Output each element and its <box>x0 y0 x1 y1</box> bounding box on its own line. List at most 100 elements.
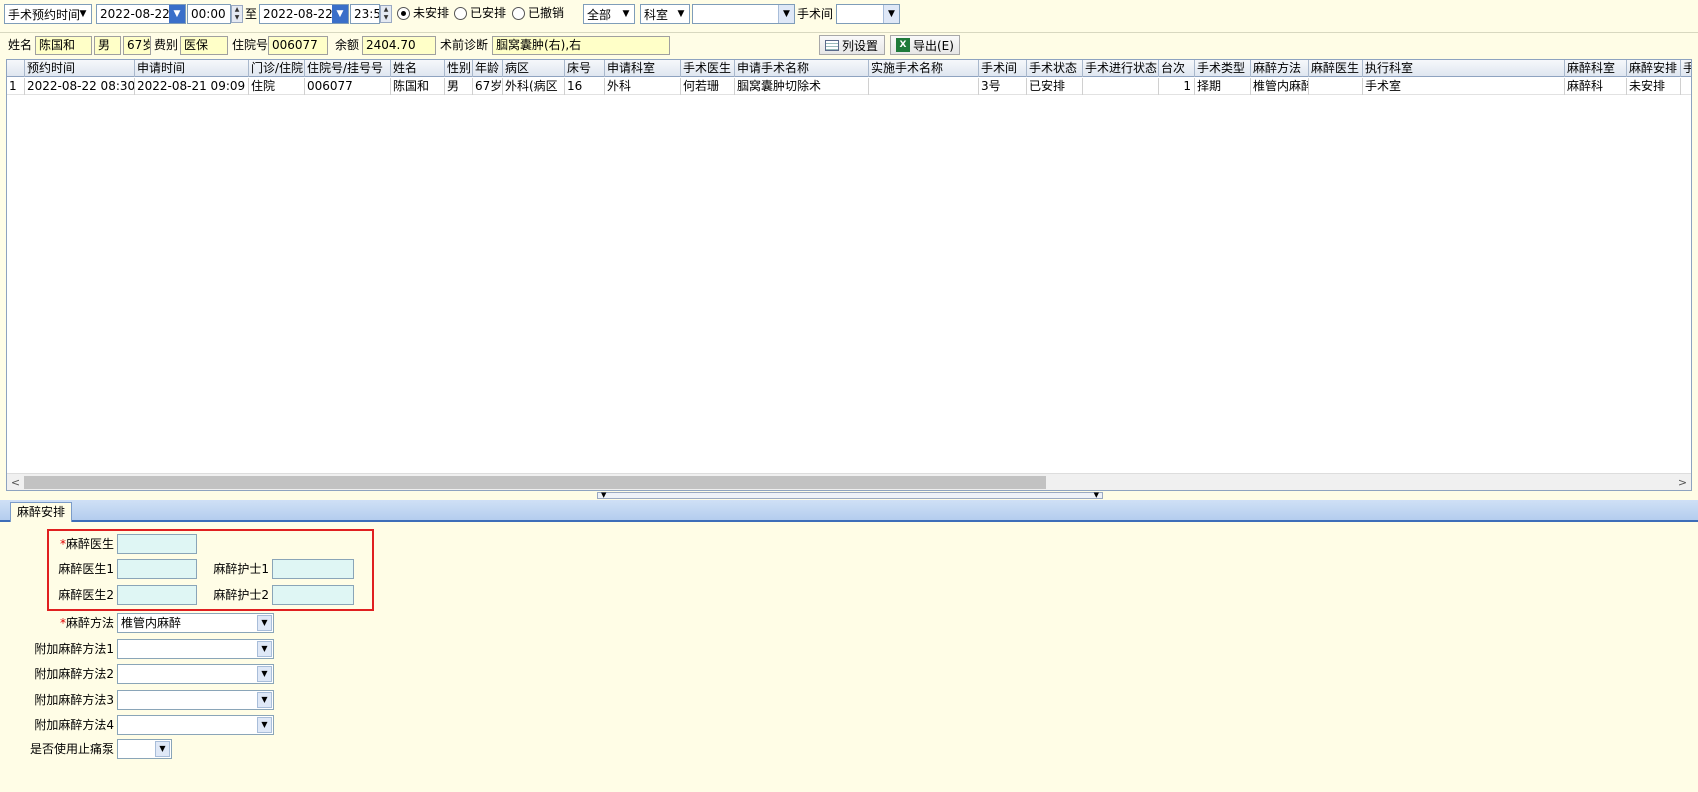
nurse2-field[interactable] <box>272 585 354 605</box>
chevron-down-icon: ▼ <box>79 9 87 19</box>
table-cell[interactable]: 外科(病区 <box>503 78 565 95</box>
anesthesia-method-select[interactable]: 椎管内麻醉 ▼ <box>117 613 274 633</box>
time-to-spinner[interactable]: ▲ ▼ <box>380 5 392 23</box>
date-from-picker[interactable]: 2022-08-22 ▼ <box>96 4 186 24</box>
column-header[interactable]: 手术进行状态 <box>1083 60 1159 77</box>
column-header[interactable]: 手术状态 <box>1027 60 1083 77</box>
extra-method4-select[interactable]: ▼ <box>117 715 274 735</box>
room-select[interactable]: ▼ <box>836 4 900 24</box>
pain-pump-select[interactable]: ▼ <box>117 739 172 759</box>
column-header[interactable]: 申请手术名称 <box>735 60 869 77</box>
tab-anesthesia-arrangement[interactable]: 麻醉安排 <box>10 502 73 522</box>
status-filter-select[interactable]: 全部 ▼ <box>583 4 635 24</box>
chevron-down-icon: ▼ <box>883 5 899 23</box>
table-cell[interactable]: 2022-08-22 08:30 <box>25 78 135 95</box>
table-cell[interactable] <box>869 78 979 95</box>
chevron-left-icon[interactable]: < <box>7 474 24 490</box>
time-to-field[interactable]: 23:59 <box>350 4 380 24</box>
export-button[interactable]: X 导出(E) <box>890 35 960 55</box>
table-cell[interactable]: 择期 <box>1195 78 1251 95</box>
extra-method3-select[interactable]: ▼ <box>117 690 274 710</box>
table-cell[interactable]: 16 <box>565 78 605 95</box>
anesthetist1-label: 麻醉医生1 <box>58 562 114 576</box>
calendar-dropdown-icon[interactable]: ▼ <box>332 5 348 23</box>
dept-type-value: 科室 <box>644 7 669 22</box>
column-header[interactable]: 麻醉安排 <box>1627 60 1681 77</box>
table-cell[interactable]: 未安排 <box>1627 78 1681 95</box>
column-header[interactable]: 病区 <box>503 60 565 77</box>
table-cell[interactable]: 麻醉科 <box>1565 78 1627 95</box>
diagnosis-label: 术前诊断 <box>440 38 489 52</box>
table-cell[interactable]: 腘窝囊肿切除术 <box>735 78 869 95</box>
table-cell[interactable] <box>1083 78 1159 95</box>
to-label: 至 <box>245 7 258 21</box>
table-cell[interactable] <box>1309 78 1363 95</box>
column-header[interactable]: 麻醉医生 <box>1309 60 1363 77</box>
panel-splitter[interactable]: ▼ ▼ <box>597 492 1103 499</box>
table-cell[interactable]: 何若珊 <box>681 78 735 95</box>
column-header[interactable]: 麻醉方法 <box>1251 60 1309 77</box>
column-header[interactable]: 预约时间 <box>25 60 135 77</box>
table-cell[interactable]: 住院 <box>249 78 305 95</box>
patient-age-field: 67岁 <box>123 36 151 55</box>
table-cell[interactable]: 3号 <box>979 78 1027 95</box>
chevron-down-icon: ▼ <box>677 9 685 19</box>
column-header[interactable]: 住院号/挂号号 <box>305 60 391 77</box>
table-cell[interactable]: 1 <box>1159 78 1195 95</box>
table-cell[interactable]: 67岁 <box>473 78 503 95</box>
column-header[interactable]: 申请科室 <box>605 60 681 77</box>
table-cell[interactable]: 006077 <box>305 78 391 95</box>
table-cell[interactable]: 手术室 <box>1363 78 1565 95</box>
column-header[interactable]: 手术类型 <box>1195 60 1251 77</box>
calendar-dropdown-icon[interactable]: ▼ <box>169 5 185 23</box>
extra-method2-select[interactable]: ▼ <box>117 664 274 684</box>
time-type-select[interactable]: 手术预约时间 ▼ <box>4 4 92 24</box>
table-cell[interactable]: 1 <box>7 78 25 95</box>
extra-method4-label: 附加麻醉方法4 <box>34 718 114 732</box>
column-header[interactable]: 手术医生 <box>681 60 735 77</box>
inpatient-label: 住院号 <box>232 38 269 52</box>
column-header[interactable]: 执行科室 <box>1363 60 1565 77</box>
date-to-picker[interactable]: 2022-08-22 ▼ <box>259 4 349 24</box>
column-header[interactable]: 姓名 <box>391 60 445 77</box>
column-header[interactable]: 门诊/住院 <box>249 60 305 77</box>
chevron-down-icon: ▼ <box>257 641 272 657</box>
grid-header: 预约时间 申请时间 门诊/住院 住院号/挂号号 姓名 性别 年龄 病区 床号 申请科室 手术医生 申请… <box>7 60 1691 77</box>
table-cell[interactable]: 男 <box>445 78 473 95</box>
table-cell[interactable]: 外科 <box>605 78 681 95</box>
table-cell[interactable] <box>1681 78 1691 95</box>
column-header[interactable]: 手术间 <box>979 60 1027 77</box>
table-cell[interactable]: 椎管内麻醉 <box>1251 78 1309 95</box>
horizontal-scrollbar[interactable]: < > <box>7 473 1691 490</box>
dept-select[interactable]: ▼ <box>692 4 795 24</box>
column-header[interactable]: 手术部 <box>1681 60 1691 77</box>
column-header[interactable]: 麻醉科室 <box>1565 60 1627 77</box>
dept-type-select[interactable]: 科室 ▼ <box>640 4 690 24</box>
radio-scheduled[interactable] <box>454 7 467 20</box>
column-header[interactable]: 年龄 <box>473 60 503 77</box>
extra-method1-select[interactable]: ▼ <box>117 639 274 659</box>
time-type-value: 手术预约时间 <box>8 7 81 22</box>
anesthetist2-field[interactable] <box>117 585 197 605</box>
chevron-right-icon[interactable]: > <box>1674 474 1691 490</box>
table-row[interactable]: 1 2022-08-22 08:30 2022-08-21 09:09 住院 00607… <box>7 78 1691 95</box>
scrollbar-thumb[interactable] <box>24 476 1046 489</box>
table-cell[interactable]: 2022-08-21 09:09 <box>135 78 249 95</box>
column-header[interactable]: 台次 <box>1159 60 1195 77</box>
column-settings-button[interactable]: 列设置 <box>819 35 885 55</box>
time-from-field[interactable]: 00:00 <box>187 4 231 24</box>
column-header[interactable]: 性别 <box>445 60 473 77</box>
time-from-spinner[interactable]: ▲ ▼ <box>231 5 243 23</box>
surgery-schedule-grid: 预约时间 申请时间 门诊/住院 住院号/挂号号 姓名 性别 年龄 病区 床号 申请科室 手术医生 申请… <box>6 59 1692 491</box>
table-cell[interactable]: 已安排 <box>1027 78 1083 95</box>
radio-cancelled[interactable] <box>512 7 525 20</box>
column-header[interactable]: 实施手术名称 <box>869 60 979 77</box>
table-cell[interactable]: 陈国和 <box>391 78 445 95</box>
radio-unscheduled[interactable] <box>397 7 410 20</box>
anesthetist-field[interactable] <box>117 534 197 554</box>
column-header[interactable]: 申请时间 <box>135 60 249 77</box>
column-header[interactable] <box>7 60 25 77</box>
nurse1-field[interactable] <box>272 559 354 579</box>
column-header[interactable]: 床号 <box>565 60 605 77</box>
anesthetist1-field[interactable] <box>117 559 197 579</box>
